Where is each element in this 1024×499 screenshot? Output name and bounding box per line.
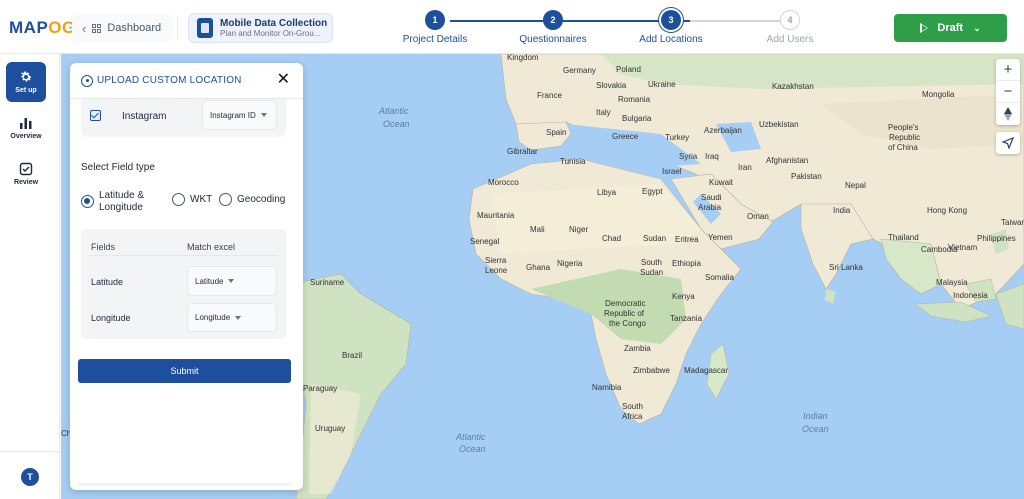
project-selector[interactable]: Mobile Data Collection Plan and Monitor … — [188, 13, 333, 43]
longitude-field-label: Longitude — [91, 313, 131, 323]
gear-icon — [21, 71, 32, 82]
project-name: Mobile Data Collection — [220, 17, 328, 29]
table-divider — [89, 255, 278, 256]
locate-control — [996, 132, 1020, 154]
field-match-table: Fields Match excel Latitude Latitude Lon… — [81, 229, 286, 339]
caret-down-icon — [235, 315, 242, 320]
latitude-field-label: Latitude — [91, 277, 124, 287]
zoom-in-button[interactable]: + — [996, 59, 1020, 81]
location-pin-icon — [81, 74, 93, 87]
play-icon — [920, 23, 929, 33]
panel-title: UPLOAD CUSTOM LOCATION — [97, 75, 242, 86]
progress-stepper: 1 Project Details 2 Questionnaires 3 Add… — [400, 10, 830, 50]
radio-geocoding[interactable]: Geocoding — [219, 193, 285, 206]
longitude-match-select[interactable]: Longitude — [187, 303, 277, 332]
dashboard-label: Dashboard — [107, 22, 162, 34]
chevron-down-icon: ⌄ — [973, 22, 981, 33]
match-excel-column-header: Match excel — [187, 242, 236, 252]
compass-button[interactable] — [996, 103, 1020, 125]
grid-icon — [92, 23, 102, 33]
instagram-label: Instagram — [122, 111, 167, 122]
sidebar-item-review[interactable]: Review — [6, 154, 46, 194]
sidebar-item-label: Overview — [10, 133, 42, 140]
fields-column-header: Fields — [91, 242, 116, 252]
instagram-checkbox[interactable] — [90, 110, 101, 121]
draft-button[interactable]: Draft ⌄ — [894, 14, 1007, 42]
instagram-row: Instagram Instagram ID — [81, 99, 286, 137]
zoom-out-button[interactable]: − — [996, 81, 1020, 103]
sidebar-item-overview[interactable]: Overview — [6, 108, 46, 148]
sidebar-item-label: Set up — [15, 87, 37, 94]
header-divider — [177, 16, 178, 40]
project-subtitle: Plan and Monitor On-Grou... — [220, 29, 321, 39]
locate-button[interactable] — [996, 132, 1020, 154]
top-bar: MAPOG ‹ Dashboard Mobile Data Collection… — [0, 0, 1024, 54]
upload-location-panel: UPLOAD CUSTOM LOCATION ✕ Instagram Insta… — [70, 63, 303, 490]
step-questionnaires[interactable]: 2 Questionnaires — [503, 10, 603, 45]
panel-header: UPLOAD CUSTOM LOCATION ✕ — [70, 63, 303, 99]
step-add-users[interactable]: 4 Add Users — [740, 10, 840, 45]
radio-lat-long[interactable]: Latitude & Longitude — [81, 190, 144, 213]
caret-down-icon — [260, 113, 267, 117]
left-sidebar: Set up Overview Review T — [0, 54, 60, 499]
document-icon — [197, 18, 213, 38]
panel-scrollbar[interactable] — [78, 483, 291, 486]
zoom-controls: + − — [996, 59, 1020, 125]
radio-indicator — [81, 195, 94, 208]
close-icon[interactable]: ✕ — [277, 72, 290, 88]
checkbox-icon — [19, 162, 33, 176]
field-type-heading: Select Field type — [81, 162, 155, 173]
chevron-left-icon: ‹ — [82, 20, 87, 36]
sidebar-item-setup[interactable]: Set up — [6, 62, 46, 102]
radio-indicator — [172, 193, 185, 206]
user-avatar[interactable]: T — [21, 468, 39, 486]
radio-indicator — [219, 193, 232, 206]
sidebar-divider — [0, 451, 60, 452]
radio-wkt[interactable]: WKT — [172, 193, 212, 206]
latitude-match-select[interactable]: Latitude — [187, 266, 277, 296]
sidebar-item-label: Review — [13, 179, 39, 186]
location-arrow-icon — [1002, 137, 1014, 149]
step-project-details[interactable]: 1 Project Details — [385, 10, 485, 45]
caret-down-icon — [228, 279, 235, 283]
dashboard-back-link[interactable]: ‹ Dashboard — [72, 14, 174, 42]
instagram-id-select[interactable]: Instagram ID — [202, 100, 277, 130]
compass-icon — [1004, 107, 1012, 121]
step-add-locations[interactable]: 3 Add Locations — [621, 10, 721, 45]
submit-button[interactable]: Submit — [78, 359, 291, 383]
logo[interactable]: MAPOG — [9, 18, 76, 38]
bar-chart-icon — [20, 118, 32, 129]
